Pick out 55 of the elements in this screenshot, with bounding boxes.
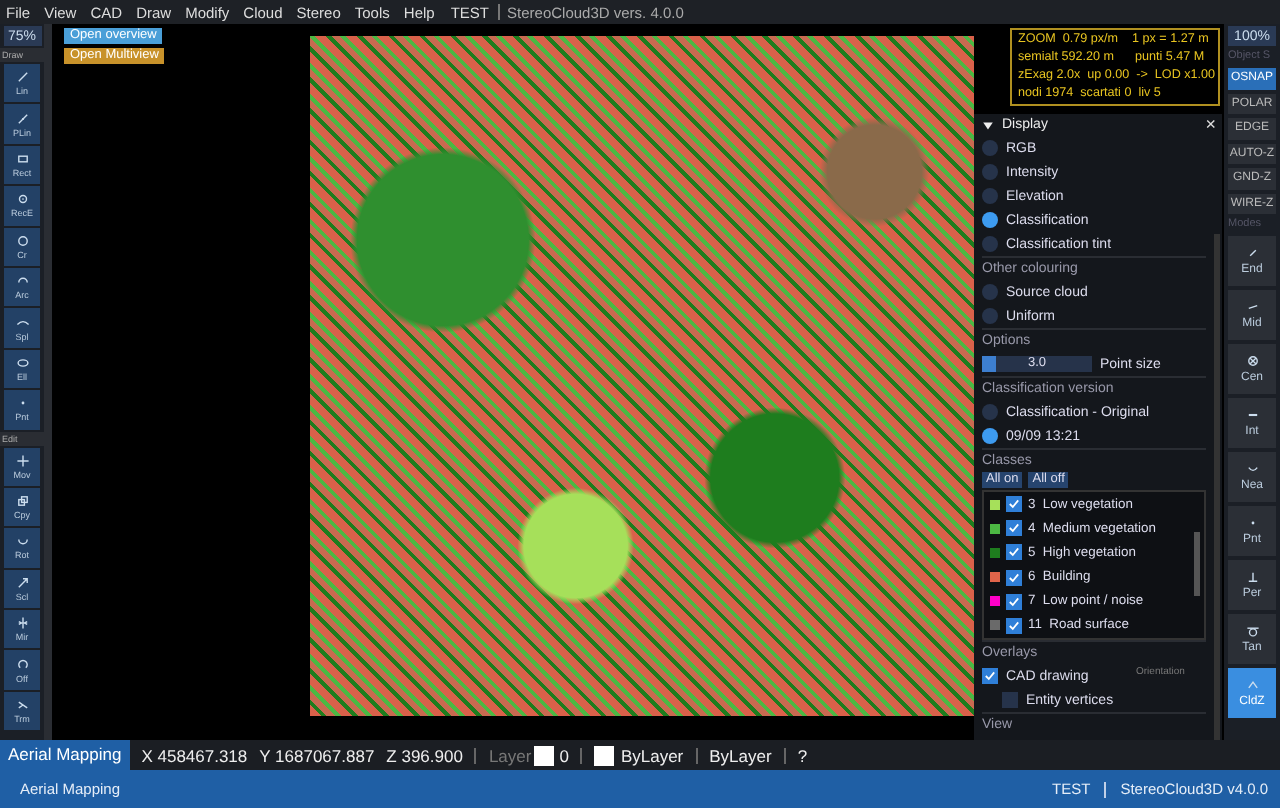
mirror-icon xyxy=(15,616,29,631)
layer-label: Layer xyxy=(488,745,532,765)
arc-icon xyxy=(15,534,29,549)
circle-dot-icon xyxy=(15,192,29,207)
linetype-value[interactable]: ByLayer xyxy=(709,745,772,765)
circle-cross-icon xyxy=(1245,354,1259,368)
trim-icon xyxy=(15,698,29,713)
polyline-icon xyxy=(15,111,29,126)
scrollbar[interactable] xyxy=(44,24,52,740)
color-value[interactable]: ByLayer xyxy=(620,745,684,765)
checkbox[interactable] xyxy=(1006,617,1022,634)
curve-icon xyxy=(15,657,29,672)
curve-icon xyxy=(15,315,29,330)
radio-button[interactable] xyxy=(982,236,998,252)
radio-button[interactable] xyxy=(982,188,998,204)
y-coordinate: Y 1687067.887 xyxy=(259,745,375,765)
triangle-icon xyxy=(982,119,994,131)
cross-icon xyxy=(15,453,29,468)
scrollbar[interactable] xyxy=(1194,532,1200,596)
radio-button[interactable] xyxy=(982,404,998,420)
perpendicular-icon xyxy=(1245,570,1259,584)
color-square xyxy=(533,745,554,765)
check-icon xyxy=(984,670,996,682)
line-icon xyxy=(1245,246,1259,260)
radio-button[interactable] xyxy=(982,164,998,180)
radio-button[interactable] xyxy=(982,284,998,300)
rectangle-icon xyxy=(15,151,29,166)
z-coordinate: Z 396.900 xyxy=(386,745,463,765)
checkbox[interactable] xyxy=(982,668,998,684)
curve-icon xyxy=(1245,462,1259,476)
radio-button[interactable] xyxy=(982,308,998,324)
radio-button[interactable] xyxy=(982,140,998,156)
checkbox[interactable] xyxy=(1006,496,1022,513)
line-icon xyxy=(1245,300,1259,314)
bar-icon xyxy=(1245,408,1259,422)
x-coordinate: X 458467.318 xyxy=(141,745,248,765)
line-icon xyxy=(15,70,29,85)
checkbox[interactable] xyxy=(1006,593,1022,610)
workspace-tab[interactable]: Aerial Mapping xyxy=(0,740,130,770)
ellipse-icon xyxy=(15,355,29,370)
caret-up-icon xyxy=(1245,678,1259,692)
copy-icon xyxy=(15,494,29,509)
checkbox[interactable] xyxy=(1006,520,1022,537)
checkbox[interactable] xyxy=(1006,544,1022,561)
radio-button[interactable] xyxy=(982,428,998,444)
circle-icon xyxy=(15,233,29,248)
help-button[interactable]: ? xyxy=(797,745,808,765)
color-square xyxy=(594,745,615,765)
close-button[interactable]: × xyxy=(1205,116,1216,134)
layer-value[interactable]: 0 xyxy=(559,745,569,765)
diagonal-arrow-icon xyxy=(15,575,29,590)
checkbox[interactable] xyxy=(1006,569,1022,586)
radio-button[interactable] xyxy=(982,212,998,228)
tangent-circle-icon xyxy=(1245,624,1259,638)
checkbox[interactable] xyxy=(1002,692,1018,708)
